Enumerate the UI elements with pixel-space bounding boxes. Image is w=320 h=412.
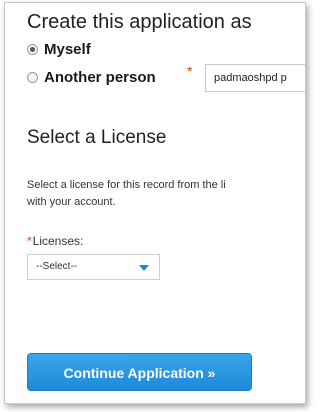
create-as-heading: Create this application as [27,11,252,33]
license-description: Select a license for this record from th… [27,177,305,211]
required-marker-licenses: * [27,234,32,248]
chevron-down-icon[interactable] [139,265,149,271]
radio-label-another-person[interactable]: Another person [44,69,156,86]
required-marker-another-person: * [187,63,193,79]
radio-label-myself[interactable]: Myself [44,41,91,58]
license-description-line-1: Select a license for this record from th… [27,179,226,191]
licenses-dropdown[interactable]: --Select-- [27,254,160,280]
radio-button-myself[interactable] [27,44,38,55]
licenses-label-text: Licenses: [32,234,84,248]
radio-option-another-person[interactable]: Another person [27,69,156,86]
license-description-line-2: with your account. [27,196,116,208]
radio-selected-dot [30,47,35,52]
licenses-field-label: *Licenses: [27,234,83,248]
continue-application-button[interactable]: Continue Application » [27,353,252,391]
select-license-heading: Select a License [27,127,167,148]
application-panel: Create this application as Myself Anothe… [4,2,306,404]
radio-button-another-person[interactable] [27,72,38,83]
another-person-input[interactable]: padmaoshpd p [205,64,305,92]
licenses-dropdown-value: --Select-- [36,261,78,272]
radio-option-myself[interactable]: Myself [27,41,91,58]
